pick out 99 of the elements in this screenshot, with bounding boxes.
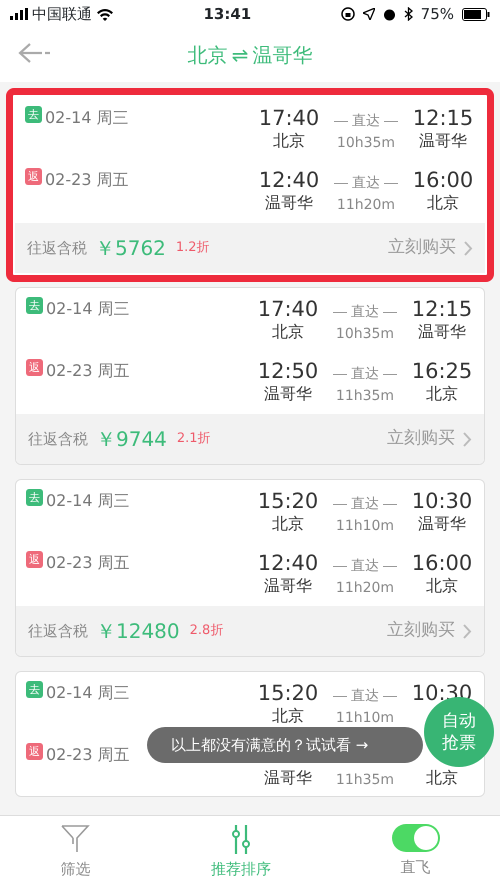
arrival-city: 温哥华 [419,131,467,150]
direct-label: 直达 [351,303,379,322]
direct-label: 直达 [351,687,379,706]
buy-now-link[interactable]: 立刻购买 [388,235,473,261]
bluetooth-icon [404,7,413,21]
arrival-city: 北京 [426,576,458,595]
price-value: ￥5762 [95,235,166,262]
direction-tag: 返 [26,359,43,376]
direct-label: 直达 [351,557,379,576]
flight-duration: 11h20m [336,580,394,596]
leg-date: 02-23 周五 [46,552,130,574]
departure-time: 15:20 [258,489,318,513]
departure-time: 15:20 [258,681,318,705]
buy-now-link[interactable]: 立刻购买 [387,426,472,452]
flight-duration: 11h35m [336,772,394,788]
flight-duration: 11h10m [336,518,394,534]
arrival-time: 16:25 [412,359,472,383]
departure-city: 北京 [272,514,304,533]
flight-card[interactable]: 去 02-14 周三 17:40 北京 直达 10h35m 12:15 温哥华 返 02-23 周五 12:50 温哥华 直达 11h35m 16:25 北京 往返含税 ￥9744 2.1折 立刻购买 [15,287,485,465]
signal-icon [10,8,28,20]
price-label: 往返含税 [27,238,87,259]
discount-label: 2.8折 [190,622,224,640]
direction-tag: 返 [26,743,43,760]
swap-icon[interactable]: ⇌ [232,40,248,70]
arrival-city: 温哥华 [418,514,466,533]
battery-percent: 75% [420,4,454,25]
departure-city: 温哥华 [264,576,312,595]
direction-tag: 返 [25,168,42,185]
direction-tag: 去 [26,681,43,698]
direct-label: 直达 [352,174,380,193]
leg-date: 02-23 周五 [45,169,129,191]
location-icon [362,8,375,20]
chevron-icon [463,624,472,638]
flight-card[interactable]: 去 02-14 周三 17:40 北京 直达 10h35m 12:15 温哥华 返 02-23 周五 12:40 温哥华 直达 11h20m 16:00 北京 往返含税 ￥5762 1.2折 立刻购买 [6,88,494,282]
departure-time: 12:40 [258,168,320,192]
arrival-city: 北京 [426,768,458,787]
tab-label: 直飞 [400,857,431,878]
departure-city: 北京 [273,131,305,150]
flight-duration: 11h35m [336,388,394,404]
flight-duration: 11h10m [336,710,394,726]
departure-city: 温哥华 [264,768,312,787]
departure-time: 17:40 [258,297,318,321]
back-icon[interactable] [18,42,52,64]
price-value: ￥12480 [96,618,180,645]
flight-duration: 10h35m [336,135,396,151]
wifi-icon [96,8,114,20]
departure-city: 北京 [272,322,304,341]
buy-now-link[interactable]: 立刻购买 [387,618,472,644]
chevron-icon [464,240,473,256]
chevron-icon [463,432,472,446]
departure-city: 北京 [272,706,304,725]
direct-flight-toggle[interactable]: 直飞 [386,816,446,889]
price-label: 往返含税 [28,620,88,642]
suggestion-toast[interactable]: 以上都没有满意的？试试看 → [147,727,423,763]
arrival-time: 10:30 [412,489,472,513]
direct-label: 直达 [351,495,379,514]
flight-duration: 11h20m [336,197,396,213]
battery-icon [462,8,490,20]
arrival-city: 温哥华 [418,322,466,341]
leg-date: 02-23 周五 [46,744,130,766]
direction-tag: 返 [26,551,43,568]
rotation-lock-icon [340,7,355,21]
filter-tab[interactable]: 筛选 [54,816,96,889]
direct-label: 直达 [352,112,380,131]
discount-label: 1.2折 [176,239,210,258]
route-destination: 温哥华 [252,42,312,69]
leg-date: 02-14 周三 [46,682,130,704]
departure-city: 温哥华 [265,193,313,212]
direction-tag: 去 [26,489,43,506]
flight-duration: 10h35m [336,326,394,342]
sliders-icon [230,824,251,854]
direction-tag: 去 [26,297,43,314]
route-origin: 北京 [188,42,228,69]
price-value: ￥9744 [96,426,167,453]
filter-icon [60,824,90,854]
arrival-time: 16:00 [412,168,474,192]
tab-label: 筛选 [60,859,90,880]
leg-date: 02-14 周三 [46,298,130,320]
direction-tag: 去 [25,106,42,123]
direct-label: 直达 [351,365,379,384]
leg-date: 02-23 周五 [46,360,130,382]
departure-city: 温哥华 [264,384,312,403]
arrival-time: 12:15 [412,297,472,321]
clock-time: 13:41 [203,4,252,25]
arrival-city: 北京 [426,384,458,403]
sort-tab[interactable]: 推荐排序 [204,816,277,889]
tab-label: 推荐排序 [210,859,271,880]
departure-time: 12:50 [258,359,318,383]
leg-date: 02-14 周三 [45,107,129,129]
arrival-time: 12:15 [412,106,474,130]
departure-time: 17:40 [258,106,320,130]
departure-time: 12:40 [258,551,318,575]
discount-label: 2.1折 [176,430,211,448]
flight-card[interactable]: 去 02-14 周三 15:20 北京 直达 11h10m 10:30 温哥华 返 02-23 周五 12:40 温哥华 直达 11h20m 16:00 北京 往返含税 ￥12480 2.8折 立刻购买 [15,479,485,657]
price-label: 往返含税 [28,428,88,450]
carrier-name: 中国联通 [32,4,92,25]
arrival-time: 16:00 [412,551,472,575]
arrival-city: 北京 [427,193,459,212]
leg-date: 02-14 周三 [46,490,130,512]
